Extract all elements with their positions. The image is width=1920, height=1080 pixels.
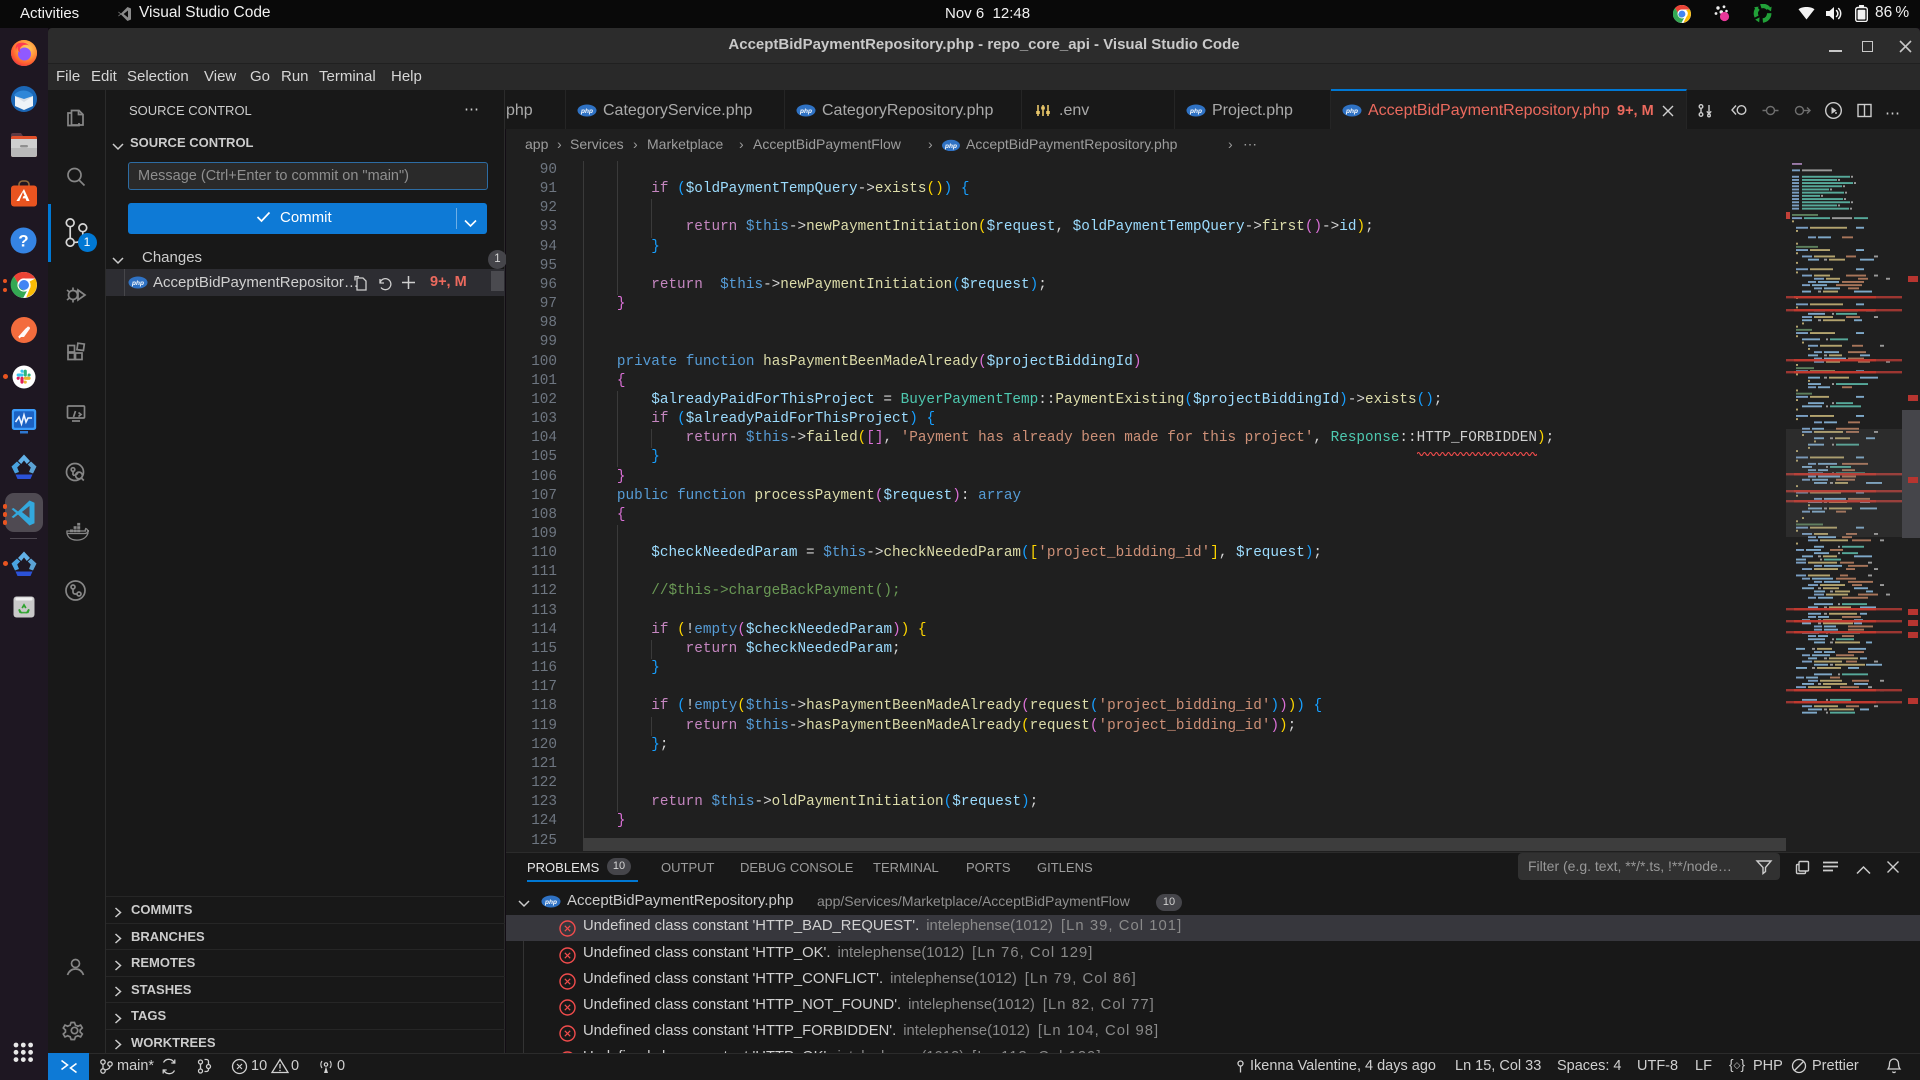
svg-text:php: php bbox=[799, 108, 812, 115]
svg-text:?: ? bbox=[18, 232, 28, 251]
svg-text:php: php bbox=[1189, 108, 1202, 115]
svg-text:php: php bbox=[544, 899, 557, 906]
svg-text:php: php bbox=[944, 143, 957, 150]
svg-text:php: php bbox=[131, 280, 144, 287]
svg-text:php: php bbox=[580, 108, 593, 115]
svg-text:php: php bbox=[1345, 108, 1358, 115]
